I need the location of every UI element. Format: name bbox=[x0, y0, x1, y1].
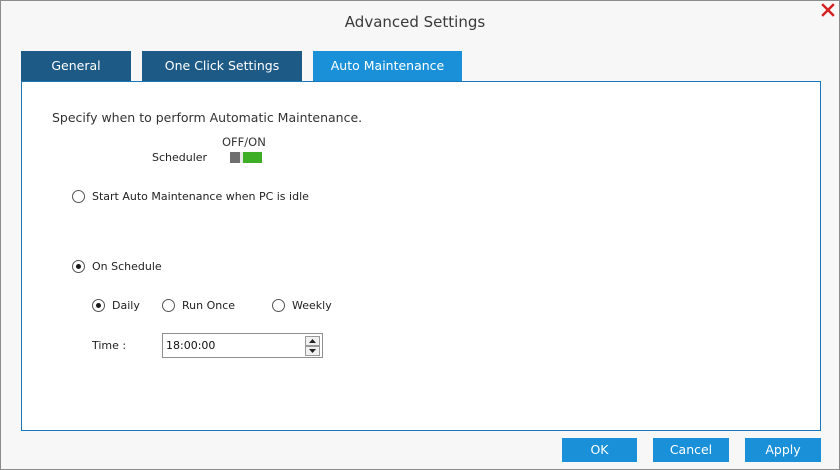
scheduler-label: Scheduler bbox=[152, 151, 208, 164]
spin-up-icon bbox=[309, 339, 316, 343]
time-input[interactable] bbox=[166, 336, 301, 355]
radio-run-once[interactable]: Run Once bbox=[162, 299, 235, 312]
time-spin-down-button[interactable] bbox=[305, 346, 320, 356]
time-spin-up-button[interactable] bbox=[305, 336, 320, 346]
time-stepper bbox=[162, 333, 323, 358]
window-title: Advanced Settings bbox=[344, 13, 486, 31]
ok-button[interactable]: OK bbox=[562, 438, 637, 462]
radio-on-schedule-circle[interactable] bbox=[72, 260, 85, 273]
radio-on-schedule-label: On Schedule bbox=[92, 260, 162, 273]
close-button[interactable] bbox=[821, 3, 835, 17]
radio-run-once-circle[interactable] bbox=[162, 299, 175, 312]
tab-one-click-settings[interactable]: One Click Settings bbox=[142, 51, 302, 81]
radio-daily-label: Daily bbox=[112, 299, 140, 312]
tab-auto-maintenance[interactable]: Auto Maintenance bbox=[313, 51, 462, 81]
radio-daily-circle[interactable] bbox=[92, 299, 105, 312]
auto-maintenance-panel: Specify when to perform Automatic Mainte… bbox=[21, 81, 821, 431]
radio-idle[interactable]: Start Auto Maintenance when PC is idle bbox=[72, 190, 309, 203]
scheduler-toggle[interactable] bbox=[230, 152, 262, 163]
toggle-caption: OFF/ON bbox=[222, 135, 266, 149]
radio-run-once-label: Run Once bbox=[182, 299, 236, 312]
time-label: Time : bbox=[92, 339, 127, 352]
apply-button[interactable]: Apply bbox=[745, 438, 821, 462]
toggle-on-fill bbox=[242, 152, 262, 163]
toggle-knob bbox=[240, 152, 243, 163]
radio-weekly-label: Weekly bbox=[292, 299, 332, 312]
cancel-button[interactable]: Cancel bbox=[653, 438, 729, 462]
spin-down-icon bbox=[309, 349, 316, 353]
radio-daily[interactable]: Daily bbox=[92, 299, 140, 312]
close-icon bbox=[821, 3, 835, 17]
radio-on-schedule[interactable]: On Schedule bbox=[72, 260, 162, 273]
tab-general[interactable]: General bbox=[21, 51, 131, 81]
radio-idle-label: Start Auto Maintenance when PC is idle bbox=[92, 190, 309, 203]
radio-weekly[interactable]: Weekly bbox=[272, 299, 332, 312]
advanced-settings-window: Advanced Settings General One Click Sett… bbox=[0, 0, 840, 470]
radio-idle-circle[interactable] bbox=[72, 190, 85, 203]
radio-weekly-circle[interactable] bbox=[272, 299, 285, 312]
panel-description: Specify when to perform Automatic Mainte… bbox=[52, 110, 363, 125]
